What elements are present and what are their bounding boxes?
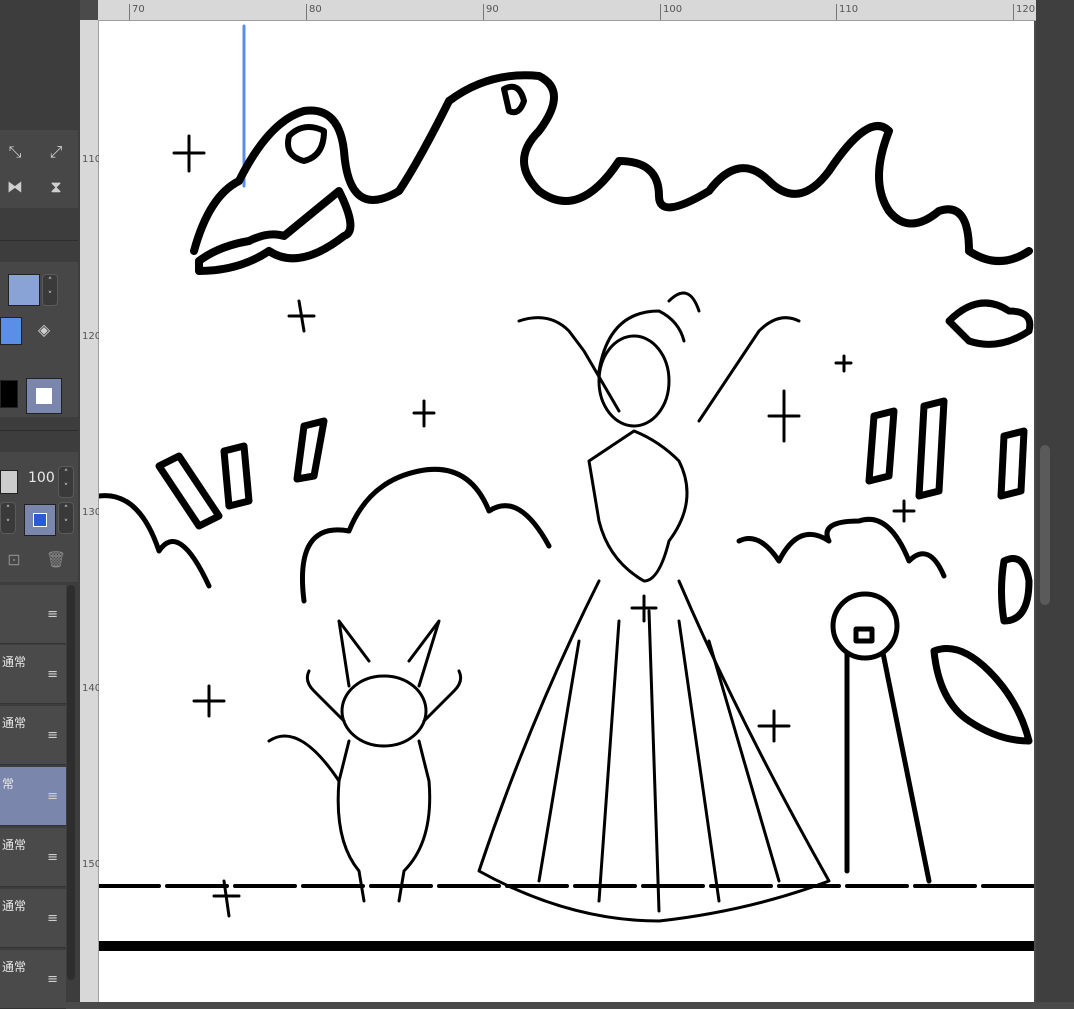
menu-icon[interactable]: ≡ xyxy=(47,728,58,743)
menu-icon[interactable]: ≡ xyxy=(47,972,58,987)
layer-row[interactable]: 通常 ≡ xyxy=(0,645,66,704)
main-color-swatch[interactable] xyxy=(0,317,22,345)
left-panel: ⤡ ⤢ ⧓ ⧗ ˄˅ ◈ 100 ˄˅ ˄˅ ˄˅ ⊡ 🗑 ≡ 通常 ≡ xyxy=(0,0,80,1009)
mode-stepper[interactable]: ˄ ˅ xyxy=(42,274,58,306)
ruler-label: 100 xyxy=(663,4,683,15)
camera-icon[interactable]: ⊡ xyxy=(2,548,26,572)
fit-icon[interactable]: ⤢ xyxy=(44,140,68,164)
ruler-label: 120 xyxy=(1016,4,1036,15)
fill-icon[interactable]: ◈ xyxy=(32,318,56,342)
layer-scrollbar[interactable] xyxy=(67,585,75,980)
layer-row[interactable]: ≡ xyxy=(0,585,66,644)
blend-stepper-left[interactable]: ˄ ˅ xyxy=(0,502,16,534)
layer-blend-label: 常 xyxy=(2,777,15,791)
menu-icon[interactable]: ≡ xyxy=(47,667,58,682)
layer-blend-label: 通常 xyxy=(2,838,27,852)
layer-blend-label: 通常 xyxy=(2,899,27,913)
opacity-value: 100 xyxy=(28,470,55,486)
ruler-label: 110 xyxy=(839,4,859,15)
layer-row-selected[interactable]: 常 ≡ xyxy=(0,767,66,826)
opacity-slider[interactable] xyxy=(0,470,18,494)
layer-row[interactable]: 通常 ≡ xyxy=(0,950,66,1009)
layer-mode-button[interactable] xyxy=(8,274,40,306)
canvas-scrollbar[interactable] xyxy=(1040,445,1050,605)
ruler-label: 70 xyxy=(132,4,145,15)
ruler-horizontal: 70 80 90 100 110 120 xyxy=(98,0,1036,21)
layer-row[interactable]: 通常 ≡ xyxy=(0,706,66,765)
right-lettering xyxy=(930,555,1033,745)
cat-figure xyxy=(267,619,463,903)
line-art xyxy=(99,24,1034,951)
layer-blend-label: 通常 xyxy=(2,655,27,669)
bubble-lettering xyxy=(190,71,1034,348)
drawing-canvas[interactable] xyxy=(99,21,1034,1002)
ruler-label: 80 xyxy=(309,4,322,15)
trash-icon[interactable]: 🗑 xyxy=(44,548,68,572)
ruler-tick xyxy=(1013,4,1014,20)
layer-blend-label: 通常 xyxy=(2,716,27,730)
ruler-tick xyxy=(129,4,130,20)
menu-icon[interactable]: ≡ xyxy=(47,911,58,926)
color-tools: ˄ ˅ ◈ xyxy=(0,262,78,417)
pillar xyxy=(830,591,932,884)
ruler-tick xyxy=(306,4,307,20)
layer-row[interactable]: 通常 ≡ xyxy=(0,828,66,887)
dash-marks xyxy=(155,397,1028,530)
divider xyxy=(0,240,78,241)
ruler-vertical: 110 120 130 140 150 xyxy=(80,20,101,1002)
blend-stepper-right[interactable]: ˄ ˅ xyxy=(58,502,74,534)
transform-icon[interactable]: ⤡ xyxy=(3,140,27,164)
transform-tools: ⤡ ⤢ ⧓ ⧗ xyxy=(0,130,78,208)
ruler-label: 90 xyxy=(486,4,499,15)
flip-vertical-icon[interactable]: ⧗ xyxy=(44,175,68,199)
ruler-tick xyxy=(483,4,484,20)
menu-icon[interactable]: ≡ xyxy=(47,789,58,804)
ruler-tick xyxy=(660,4,661,20)
black-color-swatch[interactable] xyxy=(0,380,18,408)
layer-row[interactable]: 通常 ≡ xyxy=(0,889,66,948)
ruler-tick xyxy=(836,4,837,20)
menu-icon[interactable]: ≡ xyxy=(47,607,58,622)
opacity-stepper[interactable]: ˄ ˅ xyxy=(58,466,74,498)
layer-properties: 100 ˄ ˅ ˄ ˅ ˄ ˅ ⊡ 🗑 xyxy=(0,452,78,582)
sparkles xyxy=(172,134,916,918)
menu-icon[interactable]: ≡ xyxy=(47,850,58,865)
divider xyxy=(0,430,78,431)
layer-blend-label: 通常 xyxy=(2,960,27,974)
white-color-swatch[interactable] xyxy=(26,378,62,414)
flip-horizontal-icon[interactable]: ⧓ xyxy=(3,175,27,199)
clip-button[interactable] xyxy=(24,504,56,536)
